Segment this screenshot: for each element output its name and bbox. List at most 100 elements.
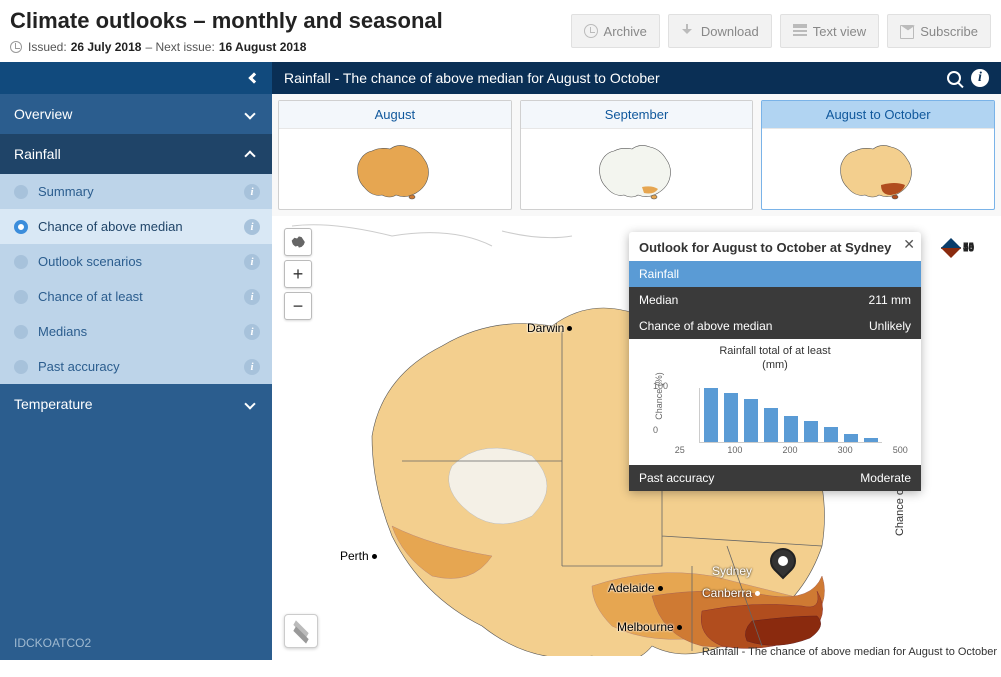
sidebar-temperature-label: Temperature [14, 396, 93, 412]
legend: 80757065605550454035302520 Chance of exc… [941, 234, 995, 640]
sidebar-item-chance-at-least[interactable]: Chance of at leasti [0, 279, 272, 314]
popup-row-rainfall: Rainfall [629, 261, 921, 287]
layers-button[interactable] [284, 614, 318, 648]
city-sydney: Sydney [712, 564, 752, 578]
legend-arrow-up-icon [941, 238, 961, 248]
sidebar-overview-label: Overview [14, 106, 72, 122]
chart-bar [704, 388, 718, 442]
zoom-out-button[interactable]: − [284, 292, 312, 320]
textview-button[interactable]: Text view [780, 14, 879, 48]
search-icon[interactable] [947, 71, 961, 85]
archive-icon [584, 24, 598, 38]
thumb-aug-oct[interactable]: August to October [761, 100, 995, 210]
next-label: – Next issue: [145, 40, 214, 54]
city-canberra: Canberra [702, 586, 760, 600]
radio-icon [14, 325, 28, 339]
chart-bar [764, 408, 778, 442]
content-title-bar: Rainfall - The chance of above median fo… [272, 62, 1001, 94]
sidebar-section-overview[interactable]: Overview [0, 94, 272, 134]
city-melbourne: Melbourne [617, 620, 682, 634]
sidebar-item-label: Chance of above median [38, 219, 183, 234]
chart-xtick [752, 445, 774, 455]
chart-xtick: 300 [834, 445, 856, 455]
download-icon [681, 24, 695, 38]
chart-xtick: 500 [889, 445, 911, 455]
issued-label: Issued: [28, 40, 67, 54]
thumb-september[interactable]: September [520, 100, 754, 210]
chart-bar [784, 416, 798, 442]
chevron-down-icon [244, 108, 255, 119]
chevron-left-icon [248, 72, 259, 83]
info-icon[interactable]: i [244, 254, 260, 270]
sidebar-section-rainfall[interactable]: Rainfall [0, 134, 272, 174]
top-buttons: Archive Download Text view Subscribe [571, 14, 991, 48]
radio-icon [14, 360, 28, 374]
sidebar-item-outlook-scenarios[interactable]: Outlook scenariosi [0, 244, 272, 279]
city-adelaide: Adelaide [608, 581, 663, 595]
issued-date: 26 July 2018 [71, 40, 142, 54]
sidebar-item-past-accuracy[interactable]: Past accuracy i [0, 349, 272, 384]
popup-past-label: Past accuracy [639, 471, 714, 485]
sidebar-item-medians[interactable]: Medians i [0, 314, 272, 349]
info-icon[interactable]: i [244, 184, 260, 200]
thumb-august[interactable]: August [278, 100, 512, 210]
archive-button[interactable]: Archive [571, 14, 660, 48]
legend-ticks: 80757065605550454035302520 [961, 234, 985, 640]
layers-icon [292, 622, 310, 640]
sidebar-collapse-button[interactable] [0, 62, 272, 94]
chart-bars [699, 388, 882, 443]
sidebar-item-label: Medians [38, 324, 87, 339]
thumb-map [279, 129, 511, 209]
sidebar: Overview Rainfall Summaryi Chance of abo… [0, 62, 272, 660]
sidebar-item-chance-above-median[interactable]: Chance of above median i [0, 209, 272, 244]
radio-icon [14, 220, 28, 234]
chart-title-1: Rainfall total of at least [639, 345, 911, 357]
chart-xtick: 200 [779, 445, 801, 455]
city-darwin: Darwin [527, 321, 572, 335]
chart-box: Chance (%) 100 0 [639, 373, 911, 443]
radio-icon [14, 185, 28, 199]
popup-median-label: Median [639, 293, 678, 307]
zoom-reset-button[interactable] [284, 228, 312, 256]
chart-xtick: 100 [724, 445, 746, 455]
info-icon[interactable]: i [244, 359, 260, 375]
chart-xtick: 25 [669, 445, 691, 455]
chart-bar [864, 438, 878, 442]
map[interactable]: + − Darwin Perth Adelaide Melbourne Canb… [272, 216, 1001, 660]
popup-chance-value: Unlikely [869, 319, 911, 333]
thumb-map [762, 129, 994, 209]
chart-xticks: 25 100 200 300 500 [639, 445, 911, 455]
sidebar-item-summary[interactable]: Summaryi [0, 174, 272, 209]
content-title: Rainfall - The chance of above median fo… [284, 70, 660, 86]
popup-chart: Rainfall total of at least (mm) Chance (… [629, 339, 921, 465]
popup-median-value: 211 mm [869, 293, 911, 307]
info-icon[interactable]: i [971, 69, 989, 87]
map-caption: Rainfall - The chance of above median fo… [702, 646, 997, 658]
close-icon[interactable]: ✕ [903, 236, 915, 253]
chart-bar [804, 421, 818, 442]
chevron-down-icon [244, 398, 255, 409]
info-icon[interactable]: i [244, 289, 260, 305]
header: Climate outlooks – monthly and seasonal … [0, 0, 1001, 60]
subscribe-button[interactable]: Subscribe [887, 14, 991, 48]
chart-ylabel: Chance (%) [654, 372, 664, 420]
info-icon[interactable]: i [244, 324, 260, 340]
chart-xtick [807, 445, 829, 455]
popup-rainfall-label: Rainfall [639, 267, 679, 281]
chevron-up-icon [244, 150, 255, 161]
info-icon[interactable]: i [244, 219, 260, 235]
sidebar-section-temperature[interactable]: Temperature [0, 384, 272, 424]
radio-icon [14, 255, 28, 269]
sidebar-rainfall-label: Rainfall [14, 146, 61, 162]
zoom-in-button[interactable]: + [284, 260, 312, 288]
textview-label: Text view [813, 24, 866, 39]
thumb-label: August to October [762, 101, 994, 129]
sidebar-item-label: Past accuracy [38, 359, 120, 374]
popup-past-value: Moderate [860, 471, 911, 485]
download-label: Download [701, 24, 759, 39]
download-button[interactable]: Download [668, 14, 772, 48]
subscribe-label: Subscribe [920, 24, 978, 39]
chart-bar [844, 434, 858, 442]
chart-bar [824, 427, 838, 442]
australia-icon [289, 235, 307, 249]
